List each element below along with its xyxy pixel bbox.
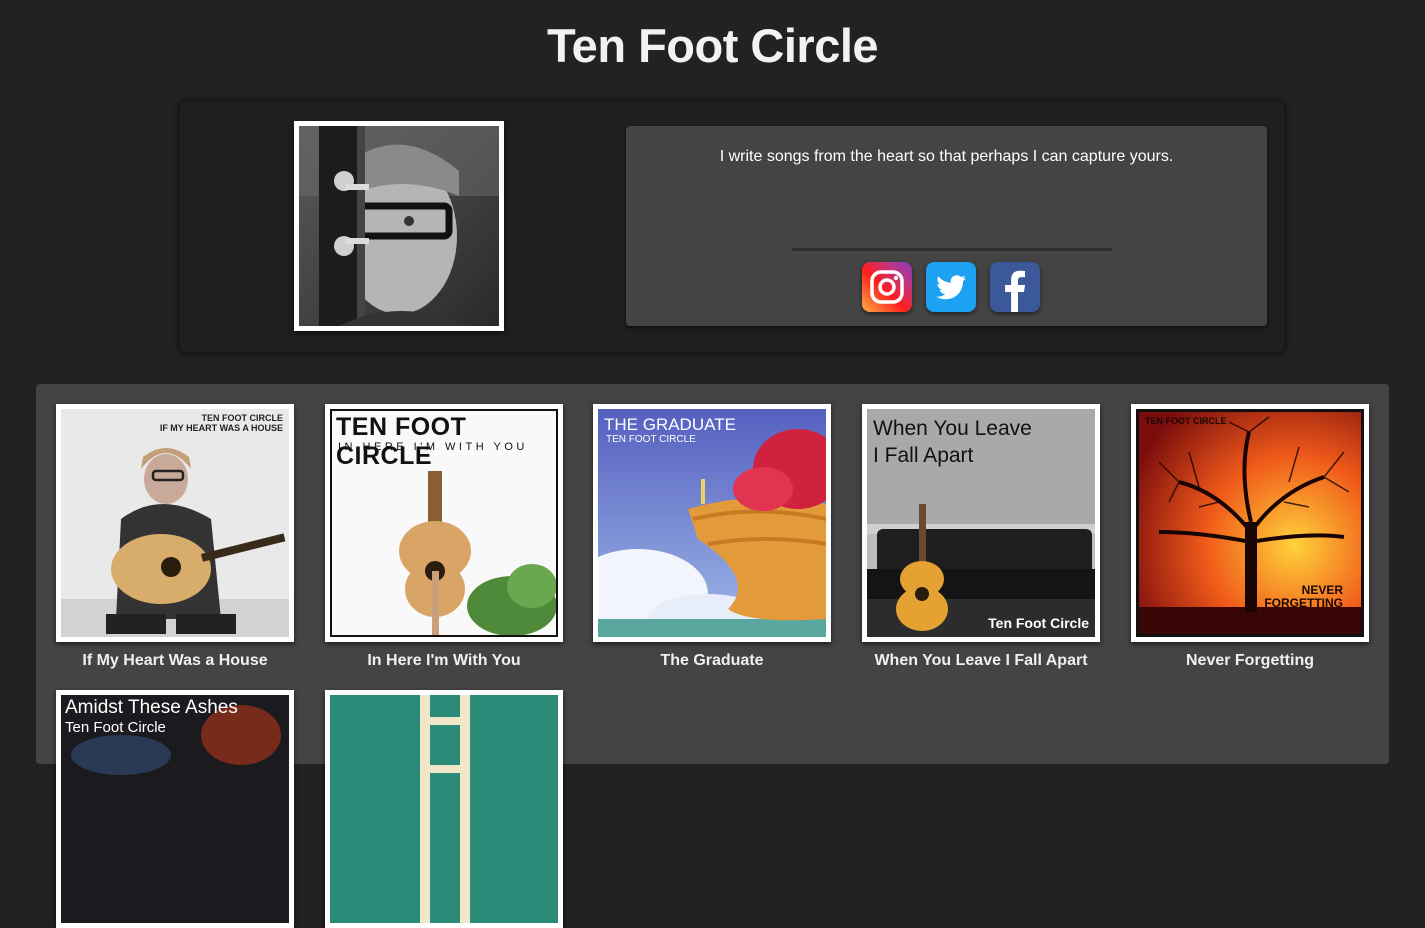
cover-text: IN HERE I'M WITH YOU: [338, 441, 528, 453]
albums-grid: TEN FOOT CIRCLE IF MY HEART WAS A HOUSE …: [36, 384, 1389, 928]
album-cover[interactable]: TEN FOOT CIRCLE NEVER FORGETTING: [1131, 404, 1369, 642]
cover-text: I Fall Apart: [873, 444, 974, 467]
album-cover[interactable]: TEN FOOT CIRCLE IN HERE I'M WITH YOU: [325, 404, 563, 642]
album-card[interactable]: TEN FOOT CIRCLE NEVER FORGETTING Never F…: [1131, 404, 1369, 670]
twitter-link[interactable]: [926, 262, 976, 312]
cover-text: Ten Foot Circle: [988, 615, 1089, 631]
cover-text: TEN FOOT CIRCLE: [201, 413, 284, 423]
cover-text: When You Leave: [873, 417, 1032, 440]
album-cover[interactable]: Amidst These Ashes Ten Foot Circle: [56, 690, 294, 928]
album-cover[interactable]: TEN FOOT CIRCLE IF MY HEART WAS A HOUSE: [56, 404, 294, 642]
page-title: Ten Foot Circle: [546, 19, 879, 72]
cover-text: Amidst These Ashes: [65, 697, 238, 718]
album-card[interactable]: TEN FOOT CIRCLE IN HERE I'M WITH YOU In …: [325, 404, 563, 670]
album-cover[interactable]: [325, 690, 563, 928]
cover-text: Ten Foot Circle: [65, 719, 166, 736]
album-title[interactable]: When You Leave I Fall Apart: [862, 652, 1100, 670]
album-cover[interactable]: THE GRADUATE TEN FOOT CIRCLE: [593, 404, 831, 642]
album-card[interactable]: When You Leave I Fall Apart Ten Foot Cir…: [862, 404, 1100, 670]
album-title[interactable]: The Graduate: [593, 652, 831, 670]
bio-panel: I write songs from the heart so that per…: [626, 126, 1267, 326]
bio-text: I write songs from the heart so that per…: [719, 148, 1174, 165]
album-card[interactable]: TEN FOOT CIRCLE IF MY HEART WAS A HOUSE …: [56, 404, 294, 670]
album-cover[interactable]: When You Leave I Fall Apart Ten Foot Cir…: [862, 404, 1100, 642]
cover-text: FORGETTING: [1264, 596, 1343, 610]
facebook-link[interactable]: [990, 262, 1040, 312]
cover-text: THE GRADUATE: [604, 415, 736, 434]
album-card[interactable]: [325, 690, 563, 928]
album-title[interactable]: If My Heart Was a House: [56, 652, 294, 670]
cover-text: TEN FOOT CIRCLE: [1145, 416, 1227, 426]
instagram-icon: [870, 270, 904, 304]
cover-text: IF MY HEART WAS A HOUSE: [159, 423, 283, 433]
avatar: [294, 121, 504, 331]
album-title[interactable]: Never Forgetting: [1131, 652, 1369, 670]
twitter-icon: [936, 275, 966, 300]
album-title[interactable]: In Here I'm With You: [325, 652, 563, 670]
facebook-icon: [1005, 270, 1025, 312]
avatar-image: [299, 126, 499, 326]
album-card[interactable]: Amidst These Ashes Ten Foot Circle: [56, 690, 294, 928]
divider: [792, 248, 1112, 251]
cover-text: TEN FOOT CIRCLE: [606, 434, 696, 445]
instagram-link[interactable]: [862, 262, 912, 312]
album-card[interactable]: THE GRADUATE TEN FOOT CIRCLE The Graduat…: [593, 404, 831, 670]
